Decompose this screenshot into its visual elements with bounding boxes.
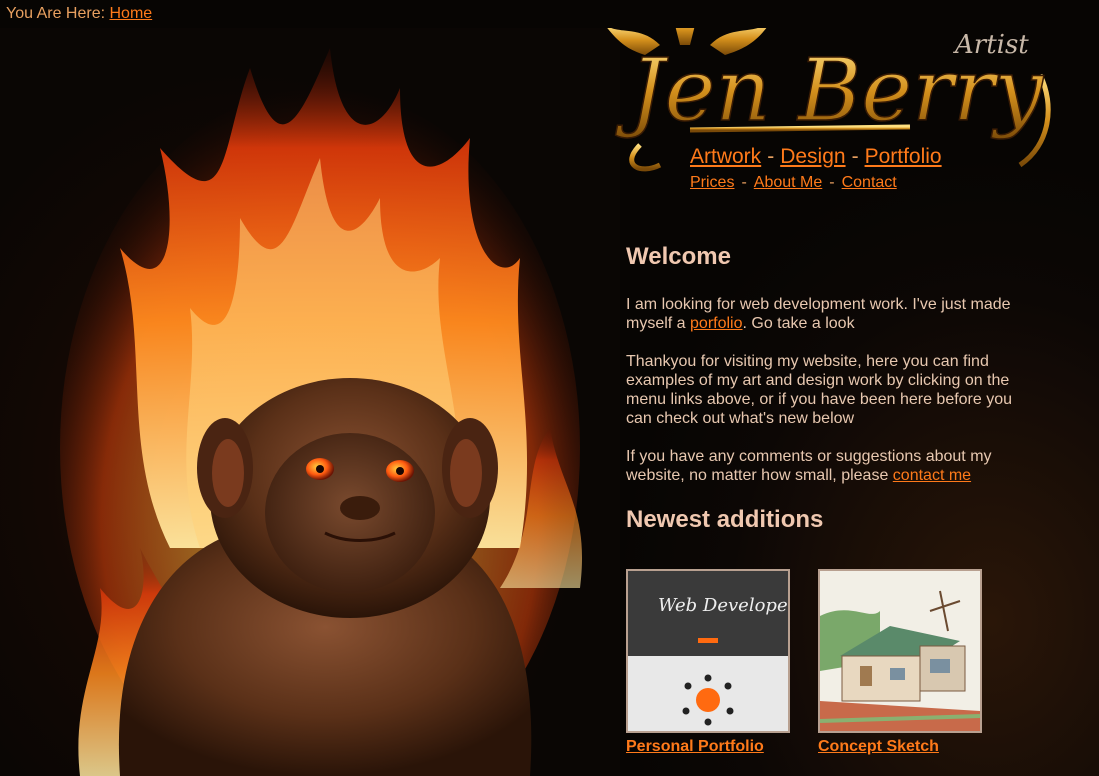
breadcrumb-label: You Are Here:: [6, 5, 106, 22]
nav-design-link[interactable]: Design: [780, 145, 845, 168]
secondary-nav: Prices - About Me - Contact: [690, 174, 897, 192]
logo-wordmark: Jen Berry Artist: [614, 30, 1045, 142]
personal-portfolio-thumbnail[interactable]: Web Developer: [626, 569, 790, 733]
paragraph-text: . Go take a look: [742, 315, 855, 332]
welcome-section: Welcome I am looking for web development…: [626, 240, 1021, 534]
breadcrumb: You Are Here: Home: [6, 5, 152, 23]
newest-additions-heading: Newest additions: [626, 506, 824, 533]
fire-monkey-illustration: [60, 48, 583, 776]
nav-portfolio-link[interactable]: Portfolio: [865, 145, 942, 168]
logo-tagline: Artist: [953, 30, 1029, 60]
gallery-item: Concept Sketch: [818, 569, 982, 756]
contact-inline-link[interactable]: contact me: [893, 467, 971, 484]
primary-nav: Artwork - Design - Portfolio: [690, 145, 942, 169]
nav-contact-link[interactable]: Contact: [842, 174, 897, 191]
nav-separator: -: [829, 174, 835, 191]
nav-prices-link[interactable]: Prices: [690, 174, 734, 191]
welcome-heading: Welcome: [626, 243, 731, 270]
portfolio-thumbnail-image: Web Developer: [628, 571, 788, 731]
nav-separator: -: [767, 145, 775, 168]
personal-portfolio-link[interactable]: Personal Portfolio: [626, 738, 790, 756]
nav-separator: -: [851, 145, 859, 168]
thumbnail-title: Web Developer: [658, 595, 788, 616]
welcome-paragraph-1: I am looking for web development work. I…: [626, 295, 1021, 333]
hero-artwork: [0, 28, 620, 776]
portfolio-inline-link[interactable]: porfolio: [690, 315, 742, 332]
nav-separator: -: [741, 174, 747, 191]
nav-about-link[interactable]: About Me: [754, 174, 822, 191]
breadcrumb-home-link[interactable]: Home: [109, 5, 152, 22]
breadcrumb-bar: You Are Here: Home: [0, 0, 1099, 28]
gallery-item: Web Developer Personal Portfolio: [626, 569, 790, 756]
concept-sketch-link[interactable]: Concept Sketch: [818, 738, 982, 756]
welcome-paragraph-3: If you have any comments or suggestions …: [626, 447, 1021, 485]
nav-artwork-link[interactable]: Artwork: [690, 145, 761, 168]
welcome-paragraph-2: Thankyou for visiting my website, here y…: [626, 353, 1013, 427]
concept-sketch-thumbnail[interactable]: [818, 569, 982, 733]
concept-sketch-image: [820, 571, 980, 731]
